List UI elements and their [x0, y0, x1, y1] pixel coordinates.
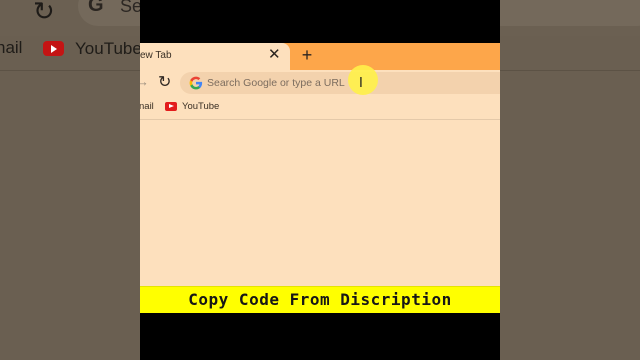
- background-reload-icon: ↻: [33, 0, 55, 26]
- tab-new-tab[interactable]: ew Tab ✕: [140, 43, 290, 70]
- forward-icon[interactable]: →: [140, 74, 149, 89]
- caption-text: Copy Code From Discription: [188, 290, 452, 309]
- omnibox-search-input[interactable]: Search Google or type a URL I: [180, 65, 500, 95]
- omnibox-placeholder: Search Google or type a URL: [207, 77, 345, 89]
- tab-title: ew Tab: [140, 50, 172, 61]
- youtube-icon: [165, 102, 177, 111]
- background-google-icon: G: [88, 0, 104, 16]
- bookmark-gmail[interactable]: nail: [140, 101, 154, 112]
- bookmarks-bar: nail YouTube: [140, 96, 500, 120]
- tab-strip: ew Tab ✕ +: [140, 43, 500, 70]
- bookmark-youtube[interactable]: YouTube: [182, 101, 219, 112]
- page-content: [140, 120, 500, 286]
- background-bookmark-youtube: YouTube: [75, 39, 142, 58]
- background-bookmark-gmail: nail: [0, 38, 23, 57]
- close-icon[interactable]: ✕: [268, 46, 281, 64]
- background-youtube-icon: [43, 41, 64, 56]
- reload-icon[interactable]: ↻: [158, 72, 171, 92]
- video-frame: ew Tab ✕ + → ↻ Search Google or type a U…: [140, 0, 500, 360]
- caption-banner: Copy Code From Discription: [140, 286, 500, 313]
- browser-toolbar: → ↻ Search Google or type a URL I: [140, 65, 500, 96]
- plus-icon[interactable]: +: [296, 44, 318, 66]
- background-search-text: Se: [120, 0, 143, 16]
- text-cursor-icon: I: [359, 76, 363, 91]
- mouse-cursor-highlight: [348, 65, 378, 95]
- google-icon: [189, 76, 203, 90]
